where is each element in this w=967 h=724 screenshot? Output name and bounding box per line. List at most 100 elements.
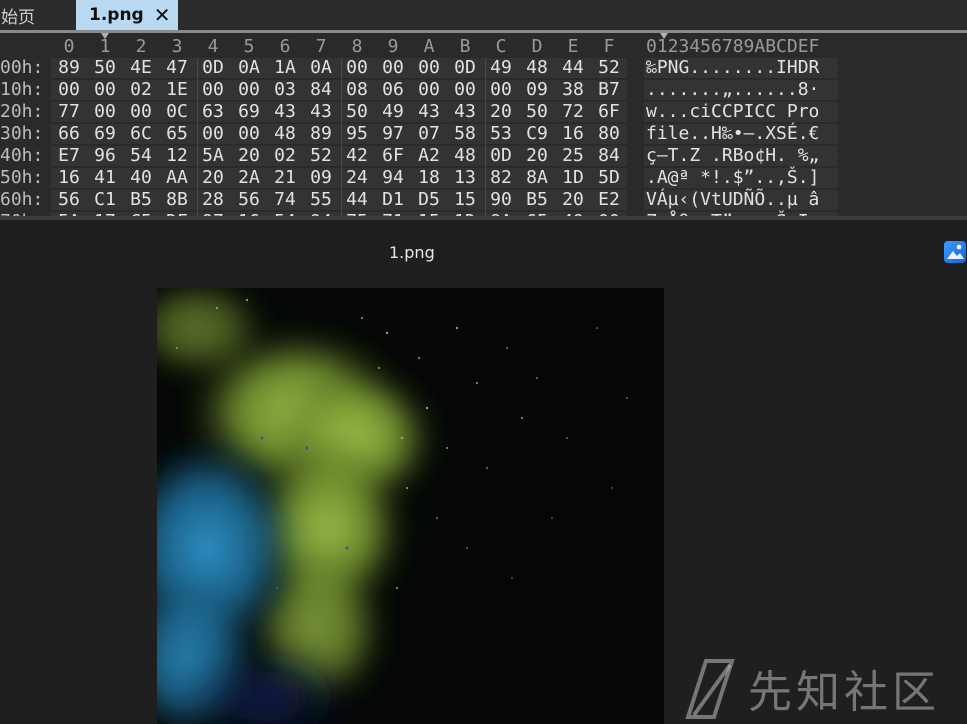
hex-byte[interactable]: 8B: [159, 189, 195, 210]
hex-byte[interactable]: 00: [447, 79, 483, 100]
hex-byte[interactable]: 56: [51, 189, 87, 210]
hex-row[interactable]: 30h: 66 69 6C 65 00 00 48 89 95 97 07 58 53 C9 16 80 file…: [0, 123, 967, 145]
hex-byte[interactable]: 28: [195, 189, 231, 210]
hex-byte[interactable]: 0A: [303, 57, 339, 78]
hex-byte[interactable]: 56: [231, 189, 267, 210]
hex-byte[interactable]: 0D: [447, 57, 483, 78]
hex-byte[interactable]: 00: [195, 79, 231, 100]
hex-byte[interactable]: 00: [483, 79, 519, 100]
hex-byte[interactable]: 07: [411, 123, 447, 144]
hex-byte[interactable]: 00: [123, 101, 159, 122]
hex-byte[interactable]: 41: [87, 167, 123, 188]
ascii-text[interactable]: VÁµ‹(VtUDÑÕ..µ â: [646, 189, 819, 210]
hex-byte[interactable]: 20: [519, 145, 555, 166]
hex-byte[interactable]: 77: [51, 101, 87, 122]
hex-byte[interactable]: 02: [123, 79, 159, 100]
hex-byte[interactable]: 44: [555, 57, 591, 78]
hex-byte[interactable]: 49: [483, 57, 519, 78]
hex-byte[interactable]: 24: [339, 167, 375, 188]
hex-byte[interactable]: 00: [411, 57, 447, 78]
hex-byte[interactable]: 97: [375, 123, 411, 144]
hex-byte[interactable]: E7: [51, 145, 87, 166]
hex-byte[interactable]: 53: [483, 123, 519, 144]
hex-byte[interactable]: 66: [51, 123, 87, 144]
hex-byte[interactable]: 54: [123, 145, 159, 166]
hex-byte[interactable]: B5: [519, 189, 555, 210]
hex-byte[interactable]: 00: [339, 57, 375, 78]
hex-byte[interactable]: AA: [159, 167, 195, 188]
hex-byte[interactable]: 15: [447, 189, 483, 210]
hex-byte[interactable]: 43: [267, 101, 303, 122]
hex-byte[interactable]: 25: [555, 145, 591, 166]
hex-byte[interactable]: 00: [87, 79, 123, 100]
ascii-text[interactable]: .......„......8·: [646, 79, 819, 100]
hex-row[interactable]: 40h: E7 96 54 12 5A 20 02 52 42 6F A2 48 0D 20 25 84 ç–T.…: [0, 145, 967, 167]
hex-byte[interactable]: 74: [267, 189, 303, 210]
hex-byte[interactable]: 5A: [195, 145, 231, 166]
ascii-text[interactable]: .A@ª *!.$”..‚Š.]: [646, 167, 819, 188]
hex-byte[interactable]: 16: [51, 167, 87, 188]
hex-byte[interactable]: 43: [411, 101, 447, 122]
close-icon[interactable]: ✕: [154, 5, 171, 25]
hex-byte[interactable]: 16: [555, 123, 591, 144]
hex-byte[interactable]: 21: [267, 167, 303, 188]
hex-byte[interactable]: 95: [339, 123, 375, 144]
hex-byte[interactable]: C1: [87, 189, 123, 210]
hex-byte[interactable]: 00: [375, 57, 411, 78]
hex-byte[interactable]: 6C: [123, 123, 159, 144]
hex-byte[interactable]: 89: [303, 123, 339, 144]
hex-byte[interactable]: 1D: [555, 167, 591, 188]
hex-row[interactable]: 10h: 00 00 02 1E 00 00 03 84 08 06 00 00 00 09 38 B7....…: [0, 79, 967, 101]
ascii-text[interactable]: ç–T.Z .RBo¢H. %„: [646, 145, 819, 166]
hex-byte[interactable]: 48: [447, 145, 483, 166]
hex-byte[interactable]: 0A: [231, 57, 267, 78]
hex-byte[interactable]: D5: [411, 189, 447, 210]
hex-byte[interactable]: 12: [159, 145, 195, 166]
hex-byte[interactable]: 84: [303, 79, 339, 100]
ascii-text[interactable]: ‰PNG........IHDR: [646, 57, 819, 78]
hex-byte[interactable]: 20: [195, 167, 231, 188]
ascii-text[interactable]: file..H‰•—.XSÉ.€: [646, 123, 819, 144]
hex-byte[interactable]: C9: [519, 123, 555, 144]
hex-byte[interactable]: 02: [267, 145, 303, 166]
hex-byte[interactable]: 09: [519, 79, 555, 100]
hex-byte[interactable]: 00: [411, 79, 447, 100]
hex-byte[interactable]: 52: [591, 57, 627, 78]
hex-byte[interactable]: 1A: [267, 57, 303, 78]
hex-byte[interactable]: 94: [375, 167, 411, 188]
hex-byte[interactable]: 6F: [375, 145, 411, 166]
hex-byte[interactable]: 0D: [195, 57, 231, 78]
hex-byte[interactable]: 44: [339, 189, 375, 210]
hex-byte[interactable]: 4E: [123, 57, 159, 78]
tab-1-png[interactable]: 1.png ✕: [76, 0, 178, 30]
hex-byte[interactable]: D1: [375, 189, 411, 210]
hex-byte[interactable]: 8A: [519, 167, 555, 188]
hex-byte[interactable]: 50: [87, 57, 123, 78]
hex-byte[interactable]: 63: [195, 101, 231, 122]
hex-byte[interactable]: 69: [231, 101, 267, 122]
hex-row[interactable]: 60h: 56 C1 B5 8B 28 56 74 55 44 D1 D5 15 90 B5 20 E2 VÁµ‹…: [0, 189, 967, 211]
hex-byte[interactable]: 00: [195, 123, 231, 144]
hex-byte[interactable]: 96: [87, 145, 123, 166]
hex-byte[interactable]: 20: [555, 189, 591, 210]
hex-byte[interactable]: 43: [303, 101, 339, 122]
hex-byte[interactable]: 6F: [591, 101, 627, 122]
hex-byte[interactable]: 65: [159, 123, 195, 144]
hex-byte[interactable]: 89: [51, 57, 87, 78]
hex-byte[interactable]: 50: [519, 101, 555, 122]
hex-byte[interactable]: 38: [555, 79, 591, 100]
hex-byte[interactable]: 82: [483, 167, 519, 188]
hex-byte[interactable]: 2A: [231, 167, 267, 188]
hex-byte[interactable]: 08: [339, 79, 375, 100]
hex-byte[interactable]: 58: [447, 123, 483, 144]
hex-byte[interactable]: B7: [591, 79, 627, 100]
hex-byte[interactable]: 13: [447, 167, 483, 188]
hex-byte[interactable]: 55: [303, 189, 339, 210]
hex-byte[interactable]: 00: [87, 101, 123, 122]
hex-byte[interactable]: 48: [267, 123, 303, 144]
hex-byte[interactable]: 06: [375, 79, 411, 100]
hex-byte[interactable]: 5D: [591, 167, 627, 188]
hex-byte[interactable]: 20: [483, 101, 519, 122]
hex-byte[interactable]: 69: [87, 123, 123, 144]
hex-byte[interactable]: 00: [231, 123, 267, 144]
